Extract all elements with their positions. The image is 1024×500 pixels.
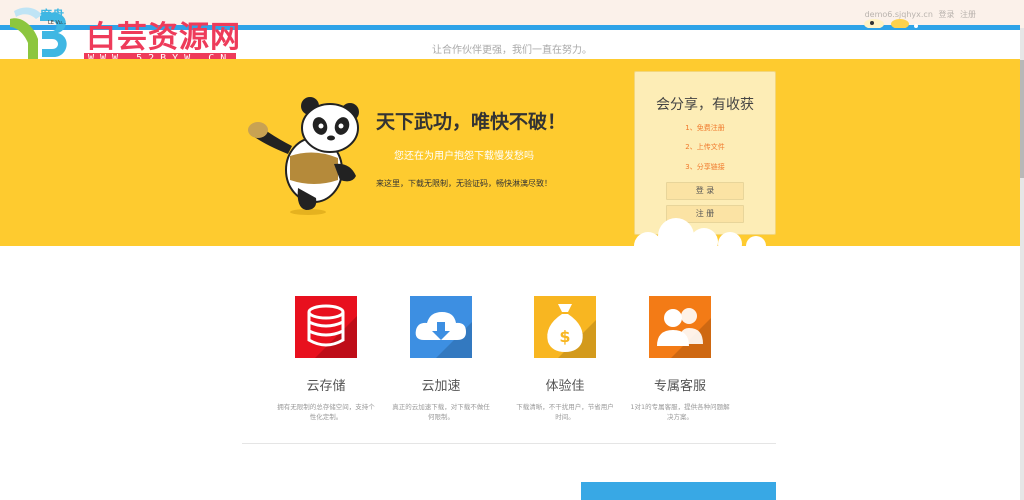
signup-step-1: 1、免费注册	[685, 124, 725, 132]
logo-brand-small-text: LE Vu...	[48, 20, 67, 26]
banner-description: 来这里，下载无限制，无验证码，畅快淋漓尽致！	[376, 179, 552, 188]
signup-card-title: 会分享，有收获	[656, 97, 754, 113]
mascot-mini-icon	[864, 19, 918, 28]
database-icon	[295, 296, 357, 358]
feature-text: 真正的云加速下载，对下载不做任何限制。	[392, 403, 490, 421]
feature-text: 下载清晰，不干扰用户，节省用户时间。	[516, 403, 614, 421]
feature-cloud-acceleration[interactable]: 云加速 真正的云加速下载，对下载不做任何限制。	[371, 296, 511, 422]
feature-title: 云加速	[421, 379, 461, 394]
cloud-decoration-icon	[630, 218, 778, 254]
feature-text: 1对1的专属客服，提供各种问题解决方案。	[630, 403, 730, 421]
feature-title: 专属客服	[653, 379, 706, 394]
feature-customer-service[interactable]: 专属客服 1对1的专属客服，提供各种问题解决方案。	[610, 296, 750, 422]
bottom-banner-strip	[581, 482, 776, 500]
signup-step-3: 3、分享链接	[685, 163, 725, 171]
money-bag-icon: $	[534, 296, 596, 358]
login-link[interactable]: 登录	[938, 10, 954, 19]
feature-text: 拥有无限制的总存储空间，支持个性化定制。	[277, 403, 375, 421]
tagline: 让合作伙伴更强，我们一直在努力。	[432, 45, 592, 56]
site-logo[interactable]: 度盘 LE Vu... 白芸资源网 WWW.52BYW.CN	[6, 5, 266, 67]
login-button[interactable]: 登 录	[666, 182, 744, 200]
section-divider	[242, 443, 776, 444]
svg-text:$: $	[559, 327, 570, 346]
signup-card: 会分享，有收获 1、免费注册 2、上传文件 3、分享链接 登 录 注 册	[634, 71, 776, 235]
cloud-download-icon	[410, 296, 472, 358]
banner-headline: 天下武功，唯快不破！	[376, 111, 567, 133]
banner-subline: 您还在为用户抱怨下载慢发愁吗	[394, 151, 534, 162]
signup-step-2: 2、上传文件	[685, 143, 725, 151]
scrollbar-thumb[interactable]	[1020, 60, 1024, 178]
customer-service-icon	[649, 296, 711, 358]
panda-mascot-icon	[248, 97, 359, 215]
register-link[interactable]: 注册	[960, 10, 976, 19]
